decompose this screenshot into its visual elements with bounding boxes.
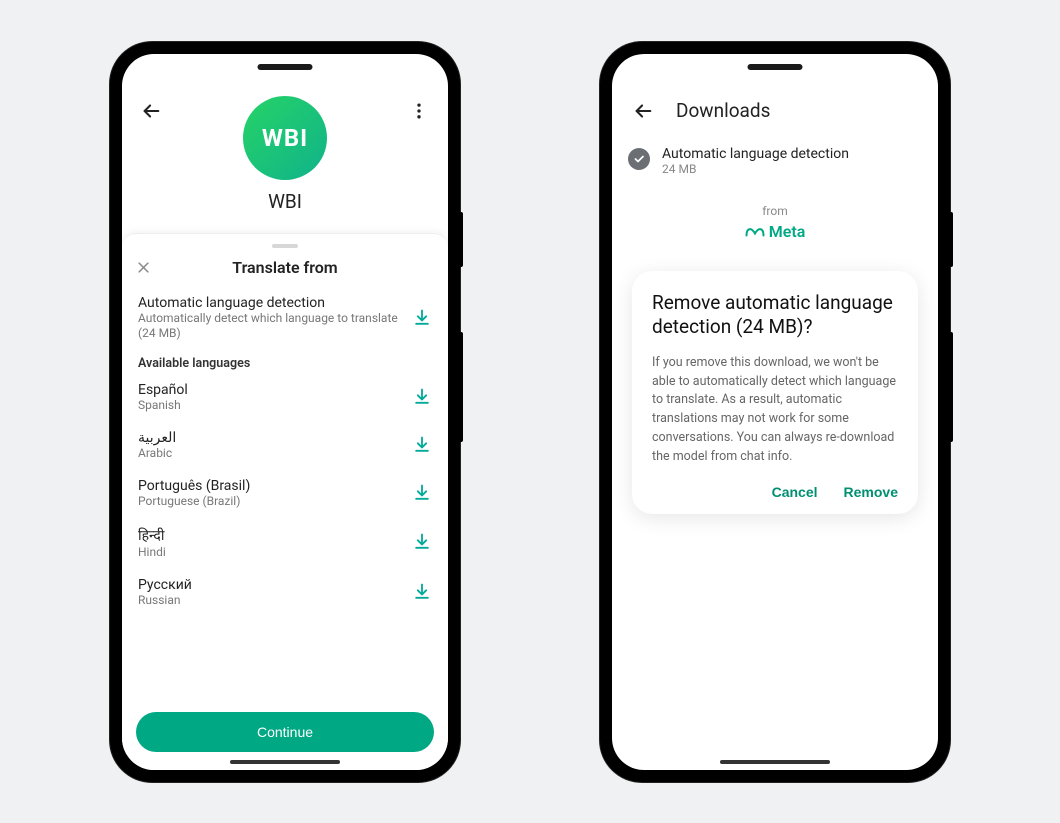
auto-detect-row[interactable]: Automatic language detection Automatical… [122,287,448,350]
profile-name: WBI [122,190,448,213]
screen-downloads: Downloads Automatic language detection 2… [612,54,938,770]
phone-left: WBI WBI Translate from Automatic languag… [110,42,460,782]
download-icon[interactable] [412,582,432,602]
language-english: Spanish [138,398,412,412]
download-item-row[interactable]: Automatic language detection 24 MB [612,136,938,180]
profile-block: WBI WBI [122,128,448,225]
language-row[interactable]: العربية Arabic [122,421,448,469]
language-row[interactable]: Русский Russian [122,568,448,616]
language-native: हिन्दी [138,526,412,545]
back-arrow-icon[interactable] [136,96,166,126]
language-english: Arabic [138,446,412,460]
back-arrow-icon[interactable] [628,96,658,126]
language-english: Hindi [138,545,412,559]
check-circle-icon [628,148,650,170]
language-list: Español Spanish العربية Arabic [122,373,448,706]
sheet-title: Translate from [136,258,434,277]
continue-button[interactable]: Continue [136,712,434,752]
gesture-bar [230,760,340,764]
meta-logo-icon [745,224,765,238]
language-row[interactable]: Português (Brasil) Portuguese (Brazil) [122,469,448,517]
gesture-bar [720,760,830,764]
downloads-topbar: Downloads [612,82,938,136]
meta-brand-text: Meta [769,222,806,241]
download-icon[interactable] [412,483,432,503]
auto-detect-subtitle: Automatically detect which language to t… [138,311,402,342]
auto-detect-title: Automatic language detection [138,295,402,311]
download-item-title: Automatic language detection [662,146,849,162]
download-icon[interactable] [412,308,432,328]
language-row[interactable]: हिन्दी Hindi [122,517,448,568]
download-icon[interactable] [412,435,432,455]
download-icon[interactable] [412,387,432,407]
language-row[interactable]: Español Spanish [122,373,448,421]
language-native: Español [138,382,412,398]
page-title: Downloads [676,99,770,122]
more-vert-icon[interactable] [404,96,434,126]
remove-button[interactable]: Remove [844,484,898,500]
sheet-grab-handle[interactable] [272,244,298,248]
dialog-body: If you remove this download, we won't be… [652,354,898,467]
download-item-size: 24 MB [662,162,849,176]
language-english: Portuguese (Brazil) [138,494,412,508]
from-block: from Meta [612,204,938,241]
language-native: العربية [138,430,412,446]
phone-right: Downloads Automatic language detection 2… [600,42,950,782]
available-languages-label: Available languages [122,350,448,373]
cancel-button[interactable]: Cancel [772,484,818,500]
language-native: Português (Brasil) [138,478,412,494]
meta-brand: Meta [612,222,938,241]
from-label: from [612,204,938,218]
language-native: Русский [138,577,412,593]
download-icon[interactable] [412,532,432,552]
avatar: WBI [243,96,327,180]
dialog-title: Remove automatic language detection (24 … [652,291,898,340]
screen-translate: WBI WBI Translate from Automatic languag… [122,54,448,770]
language-english: Russian [138,593,412,607]
translate-sheet: Translate from Automatic language detect… [122,233,448,770]
remove-dialog: Remove automatic language detection (24 … [632,271,918,515]
